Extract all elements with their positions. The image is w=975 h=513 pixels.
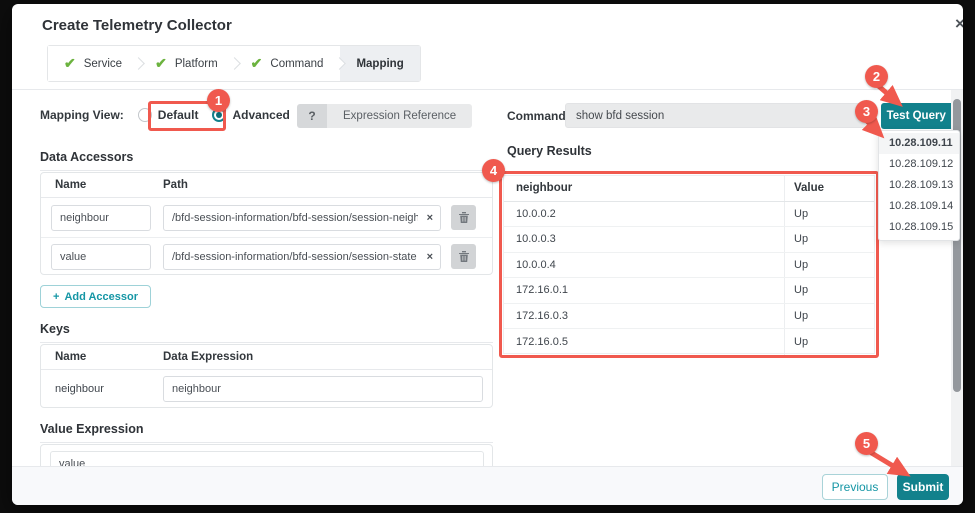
accessor-row: × — [41, 198, 492, 237]
plus-icon: + — [53, 290, 60, 303]
mapping-view-label: Mapping View: — [40, 108, 124, 122]
clear-icon[interactable]: × — [427, 212, 433, 224]
neighbour-cell: 10.0.0.4 — [504, 252, 785, 277]
delete-accessor-button[interactable] — [451, 244, 476, 269]
data-accessors-heading: Data Accessors — [40, 150, 493, 171]
accessor-row: × — [41, 237, 492, 276]
radio-label: Default — [157, 108, 199, 122]
neighbour-cell: 172.16.0.3 — [504, 303, 785, 328]
value-cell: Up — [794, 309, 809, 322]
value-cell: Up — [794, 284, 809, 297]
step-label: Service — [83, 57, 123, 70]
device-dropdown-menu: 10.28.109.11 10.28.109.12 10.28.109.13 1… — [878, 130, 960, 241]
value-cell: Up — [794, 207, 809, 220]
add-accessor-label: Add Accessor — [64, 290, 138, 303]
keys-heading: Keys — [40, 322, 493, 343]
accessor-path-input[interactable] — [163, 204, 441, 231]
key-name: neighbour — [55, 383, 104, 395]
step-mapping[interactable]: Mapping — [340, 46, 420, 81]
accessor-name-input[interactable] — [51, 204, 151, 231]
callout-3: 3 — [855, 100, 878, 123]
radio-icon[interactable] — [137, 108, 152, 122]
test-query-button[interactable]: Test Query ▾ — [881, 103, 962, 129]
device-menu-item[interactable]: 10.28.109.14 — [879, 196, 959, 217]
value-expression-heading: Value Expression — [40, 422, 493, 443]
test-query-label: Test Query — [886, 110, 946, 122]
delete-accessor-button[interactable] — [451, 205, 476, 230]
step-label: Mapping — [356, 57, 404, 70]
expression-reference-button[interactable]: ? Expression Reference — [297, 104, 473, 128]
data-accessors-card: Name Path × × — [40, 172, 493, 275]
device-menu-item[interactable]: 10.28.109.12 — [879, 154, 959, 175]
neighbour-cell: 172.16.0.1 — [504, 278, 785, 303]
key-row: neighbour — [41, 370, 492, 408]
close-icon[interactable]: × — [948, 12, 963, 36]
device-menu-item[interactable]: 10.28.109.13 — [879, 175, 959, 196]
expression-reference-label: Expression Reference — [327, 104, 473, 128]
check-icon: ✔ — [64, 55, 76, 71]
key-expression-input[interactable] — [163, 376, 483, 402]
value-cell: Up — [794, 258, 809, 271]
accessor-name-input[interactable] — [51, 243, 151, 270]
step-command[interactable]: ✔ Command — [234, 46, 340, 81]
column-neighbour: neighbour — [504, 176, 785, 201]
neighbour-cell: 172.16.0.5 — [504, 329, 785, 355]
step-service[interactable]: ✔ Service — [48, 46, 139, 81]
device-menu-item[interactable]: 10.28.109.11 — [879, 133, 959, 154]
keys-card: Name Data Expression neighbour — [40, 344, 493, 408]
callout-5: 5 — [855, 432, 878, 455]
table-row: 10.0.0.4 Up — [504, 252, 874, 278]
table-row: 10.0.0.2 Up — [504, 201, 874, 227]
radio-default[interactable]: Default — [137, 108, 199, 122]
page-background: Create Telemetry Collector × ✔ Service ✔… — [0, 0, 975, 513]
trash-icon — [458, 251, 469, 262]
neighbour-cell: 10.0.0.2 — [504, 201, 785, 226]
data-accessors-header-row: Name Path — [41, 173, 492, 198]
step-label: Platform — [174, 57, 218, 70]
step-platform[interactable]: ✔ Platform — [139, 46, 234, 81]
add-accessor-button[interactable]: + Add Accessor — [40, 285, 151, 308]
step-label: Command — [270, 57, 324, 70]
command-input[interactable] — [565, 103, 867, 128]
callout-4: 4 — [482, 159, 505, 182]
value-cell: Up — [794, 335, 809, 348]
header-divider — [12, 89, 963, 90]
check-icon: ✔ — [250, 55, 263, 71]
keys-header-row: Name Data Expression — [41, 345, 492, 370]
previous-button[interactable]: Previous — [822, 474, 888, 500]
table-row: 172.16.0.1 Up — [504, 278, 874, 304]
submit-button[interactable]: Submit — [897, 474, 949, 500]
callout-1: 1 — [207, 89, 230, 112]
column-data-expression: Data Expression — [163, 351, 254, 363]
column-path: Path — [163, 179, 188, 191]
clear-icon[interactable]: × — [427, 251, 433, 263]
column-name: Name — [55, 351, 87, 363]
dialog-title: Create Telemetry Collector — [42, 17, 232, 34]
wizard-steps: ✔ Service ✔ Platform ✔ Command Mapping — [47, 45, 421, 82]
table-row: 172.16.0.5 Up — [504, 329, 874, 355]
create-telemetry-collector-dialog: Create Telemetry Collector × ✔ Service ✔… — [12, 4, 963, 505]
query-results-heading: Query Results — [507, 144, 592, 158]
check-icon: ✔ — [155, 55, 167, 71]
command-label: Command: — [507, 109, 570, 123]
value-cell: Up — [794, 233, 809, 246]
query-results-table: neighbour Value 10.0.0.2 Up 10.0.0.3 Up … — [503, 175, 875, 355]
device-menu-item[interactable]: 10.28.109.15 — [879, 217, 959, 238]
column-name: Name — [55, 179, 87, 191]
column-value: Value — [794, 182, 825, 195]
table-row: 172.16.0.3 Up — [504, 303, 874, 329]
mapping-view-group: Mapping View: Default Advanced — [40, 108, 290, 122]
radio-label: Advanced — [232, 108, 290, 122]
trash-icon — [458, 212, 469, 223]
dialog-footer: Previous Submit — [12, 466, 963, 505]
query-results-header-row: neighbour Value — [504, 176, 874, 202]
table-row: 10.0.0.3 Up — [504, 227, 874, 253]
callout-2: 2 — [865, 65, 888, 88]
accessor-path-input[interactable] — [163, 243, 441, 270]
help-icon: ? — [297, 104, 327, 128]
neighbour-cell: 10.0.0.3 — [504, 227, 785, 252]
